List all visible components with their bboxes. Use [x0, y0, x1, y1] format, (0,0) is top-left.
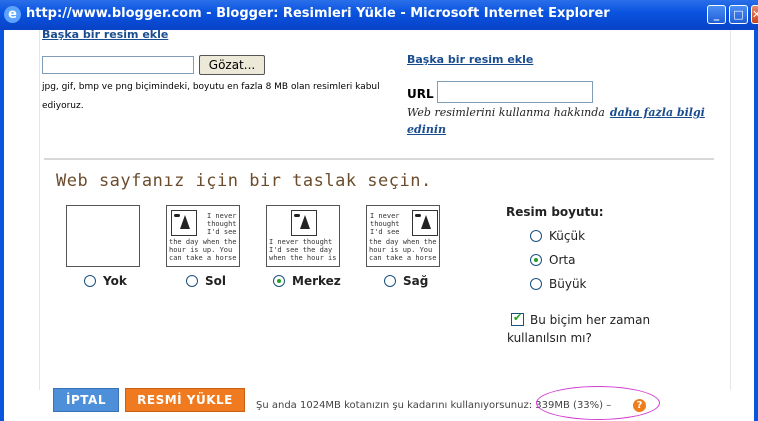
url-input[interactable] — [437, 81, 593, 103]
page-content: Başka bir resim ekle Gözat... jpg, gif, … — [4, 30, 754, 421]
size-label-small: Küçük — [549, 229, 586, 243]
size-radio-large[interactable] — [530, 278, 542, 290]
size-section-title: Resim boyutu: — [506, 205, 604, 219]
layout-label-left: Sol — [205, 274, 226, 288]
section-divider — [44, 158, 714, 160]
thumb-right-text-top: I never thought I'd see — [370, 212, 400, 236]
minimize-icon[interactable]: _ — [707, 5, 726, 24]
layout-radio-none[interactable] — [84, 275, 96, 287]
layout-radio-left[interactable] — [186, 275, 198, 287]
add-web-image-link[interactable]: Başka bir resim ekle — [407, 53, 533, 66]
tree-image-icon — [412, 210, 438, 236]
layout-thumb-left[interactable]: I never thought I'd see the day when the… — [166, 205, 240, 267]
tree-image-icon — [291, 210, 317, 236]
web-image-note: Web resimlerini kullanma hakkında daha f… — [407, 102, 707, 136]
remember-label-line-2: kullanılsın mı? — [507, 331, 592, 345]
window-title: http://www.blogger.com - Blogger: Resiml… — [26, 6, 610, 21]
more-info-link-cont[interactable]: edinin — [407, 123, 446, 136]
size-label-medium: Orta — [549, 253, 576, 267]
size-radio-medium[interactable] — [530, 254, 542, 266]
hint-line-1: jpg, gif, bmp ve png biçimindeki, boyutu… — [42, 82, 380, 92]
help-icon[interactable]: ? — [633, 399, 646, 412]
web-note-text: Web resimlerini kullanma hakkında — [407, 106, 605, 119]
layout-thumb-center[interactable]: I never thought I'd see the day when the… — [266, 205, 340, 267]
layout-radio-center[interactable] — [273, 275, 285, 287]
layout-radio-right[interactable] — [384, 275, 396, 287]
thumb-center-text: I never thought I'd see the day when the… — [269, 238, 337, 262]
layout-label-none: Yok — [103, 274, 127, 288]
close-icon[interactable]: ✕ — [751, 5, 758, 24]
window-frame-right — [754, 30, 758, 421]
thumb-left-text-bottom: the day when the hour is up. You can tak… — [169, 238, 237, 262]
hint-line-2: ediyoruz. — [42, 101, 84, 111]
file-format-hint: jpg, gif, bmp ve png biçimindeki, boyutu… — [42, 78, 380, 116]
cancel-button[interactable]: İPTAL — [53, 388, 119, 412]
layout-label-center: Merkez — [292, 274, 341, 288]
thumb-left-text-top: I never thought I'd see — [207, 212, 237, 236]
ie-logo-icon: e — [4, 6, 21, 23]
layout-section-title: Web sayfanız için bir taslak seçin. — [56, 171, 432, 191]
tree-image-icon — [171, 210, 197, 236]
add-local-image-link[interactable]: Başka bir resim ekle — [42, 30, 168, 41]
remember-format-checkbox[interactable] — [511, 311, 524, 326]
upload-image-button[interactable]: RESMİ YÜKLE — [125, 388, 245, 412]
title-bar: e http://www.blogger.com - Blogger: Resi… — [0, 0, 758, 30]
layout-label-right: Sağ — [403, 274, 429, 288]
remember-label-line-1: Bu biçim her zaman — [530, 313, 651, 327]
layout-thumb-none[interactable] — [66, 205, 140, 267]
more-info-link[interactable]: daha fazla bilgi — [610, 106, 705, 119]
file-path-input[interactable] — [42, 56, 194, 74]
maximize-icon[interactable]: □ — [729, 5, 748, 24]
browse-button[interactable]: Gözat... — [199, 55, 265, 75]
thumb-right-text-bottom: the day when the hour is up. You can tak… — [369, 238, 437, 262]
url-label: URL — [407, 87, 434, 101]
size-radio-small[interactable] — [530, 230, 542, 242]
size-label-large: Büyük — [549, 277, 587, 291]
layout-thumb-right[interactable]: I never thought I'd see the day when the… — [366, 205, 440, 267]
